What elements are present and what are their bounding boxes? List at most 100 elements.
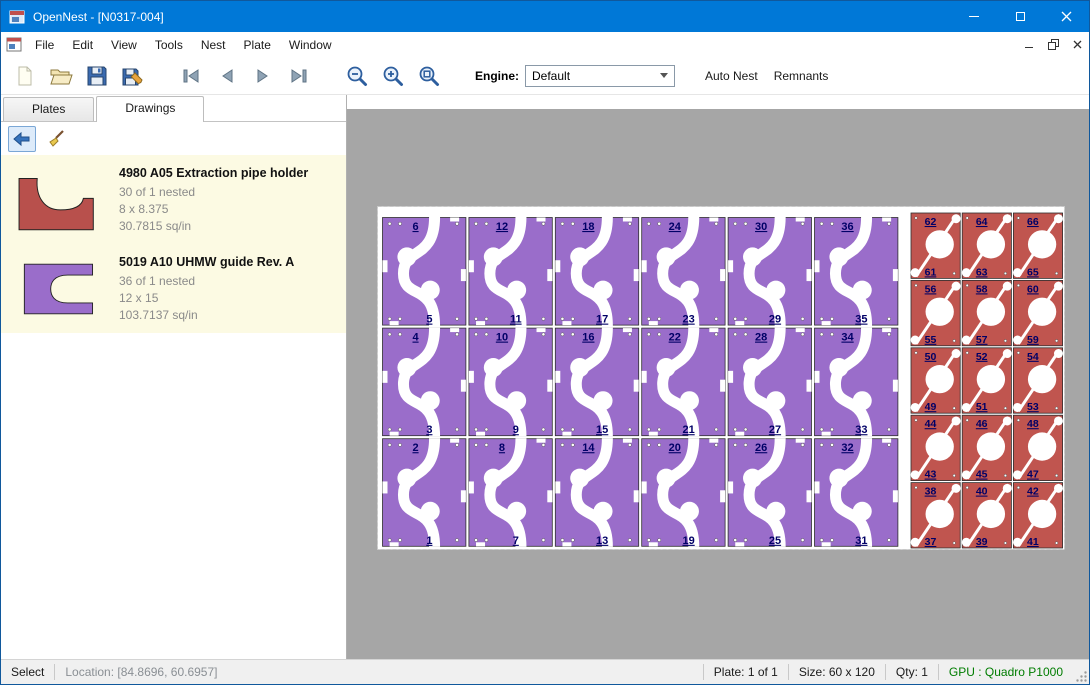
part-number[interactable]: 57 xyxy=(976,334,988,346)
auto-nest-button[interactable]: Auto Nest xyxy=(697,63,766,89)
part-number[interactable]: 55 xyxy=(925,334,937,346)
part-number[interactable]: 17 xyxy=(596,314,608,326)
menu-tools[interactable]: Tools xyxy=(146,34,192,56)
part-purple[interactable] xyxy=(383,218,466,326)
part-number[interactable]: 11 xyxy=(510,314,522,326)
zoom-fit-button[interactable] xyxy=(411,61,447,91)
part-number[interactable]: 64 xyxy=(976,216,988,228)
part-purple[interactable] xyxy=(728,328,811,436)
part-number[interactable]: 13 xyxy=(596,535,608,547)
save-as-button[interactable] xyxy=(115,61,151,91)
part-number[interactable]: 50 xyxy=(925,351,937,363)
part-number[interactable]: 6 xyxy=(412,221,418,233)
menu-file[interactable]: File xyxy=(26,34,63,56)
child-minimize-button[interactable] xyxy=(1017,32,1041,57)
import-drawing-button[interactable] xyxy=(8,126,36,152)
part-number[interactable]: 4 xyxy=(412,332,419,344)
part-number[interactable]: 53 xyxy=(1027,401,1039,413)
part-number[interactable]: 35 xyxy=(855,314,867,326)
part-number[interactable]: 48 xyxy=(1027,418,1039,430)
part-number[interactable]: 60 xyxy=(1027,283,1039,295)
part-number[interactable]: 43 xyxy=(925,469,937,481)
first-plate-button[interactable] xyxy=(173,61,209,91)
part-purple[interactable] xyxy=(728,218,811,326)
nest-plate-svg[interactable]: 6512111817242330293635431091615222128273… xyxy=(377,206,1065,550)
part-purple[interactable] xyxy=(815,439,898,547)
drawing-item-1[interactable]: 4980 A05 Extraction pipe holder 30 of 1 … xyxy=(1,155,346,244)
last-plate-button[interactable] xyxy=(281,61,317,91)
part-number[interactable]: 51 xyxy=(976,401,988,413)
window-close-button[interactable] xyxy=(1043,1,1089,32)
part-number[interactable]: 36 xyxy=(841,221,853,233)
resize-grip-icon[interactable] xyxy=(1073,660,1089,684)
part-number[interactable]: 52 xyxy=(976,351,988,363)
menu-plate[interactable]: Plate xyxy=(235,34,280,56)
part-number[interactable]: 29 xyxy=(769,314,781,326)
part-purple[interactable] xyxy=(469,218,552,326)
part-number[interactable]: 3 xyxy=(426,424,432,436)
part-purple[interactable] xyxy=(642,439,725,547)
part-number[interactable]: 39 xyxy=(976,536,988,548)
part-purple[interactable] xyxy=(642,218,725,326)
part-number[interactable]: 63 xyxy=(976,266,988,278)
part-number[interactable]: 40 xyxy=(976,486,988,498)
part-purple[interactable] xyxy=(469,328,552,436)
part-number[interactable]: 20 xyxy=(669,442,681,454)
open-file-button[interactable] xyxy=(43,61,79,91)
part-number[interactable]: 1 xyxy=(426,535,432,547)
part-purple[interactable] xyxy=(728,439,811,547)
part-purple[interactable] xyxy=(815,328,898,436)
part-number[interactable]: 33 xyxy=(855,424,867,436)
part-number[interactable]: 15 xyxy=(596,424,608,436)
part-purple[interactable] xyxy=(555,328,638,436)
part-number[interactable]: 10 xyxy=(496,332,508,344)
part-number[interactable]: 44 xyxy=(925,418,937,430)
part-number[interactable]: 45 xyxy=(976,469,988,481)
part-number[interactable]: 26 xyxy=(755,442,767,454)
child-close-button[interactable] xyxy=(1065,32,1089,57)
part-number[interactable]: 21 xyxy=(682,424,694,436)
part-purple[interactable] xyxy=(469,439,552,547)
part-number[interactable]: 54 xyxy=(1027,351,1039,363)
part-number[interactable]: 5 xyxy=(426,314,432,326)
part-number[interactable]: 38 xyxy=(925,486,937,498)
part-number[interactable]: 19 xyxy=(682,535,694,547)
menu-view[interactable]: View xyxy=(102,34,146,56)
window-maximize-button[interactable] xyxy=(997,1,1043,32)
engine-select[interactable]: Default xyxy=(525,65,675,87)
part-number[interactable]: 31 xyxy=(855,535,867,547)
menu-window[interactable]: Window xyxy=(280,34,341,56)
part-number[interactable]: 23 xyxy=(682,314,694,326)
part-number[interactable]: 61 xyxy=(925,266,937,278)
part-number[interactable]: 30 xyxy=(755,221,767,233)
window-minimize-button[interactable] xyxy=(951,1,997,32)
part-number[interactable]: 32 xyxy=(841,442,853,454)
part-number[interactable]: 9 xyxy=(513,424,519,436)
part-number[interactable]: 62 xyxy=(925,216,937,228)
remnants-button[interactable]: Remnants xyxy=(766,63,837,89)
new-file-button[interactable] xyxy=(7,61,43,91)
part-number[interactable]: 56 xyxy=(925,283,937,295)
zoom-in-button[interactable] xyxy=(375,61,411,91)
part-number[interactable]: 14 xyxy=(582,442,595,454)
part-number[interactable]: 18 xyxy=(582,221,594,233)
menu-edit[interactable]: Edit xyxy=(63,34,102,56)
part-number[interactable]: 25 xyxy=(769,535,781,547)
part-purple[interactable] xyxy=(383,439,466,547)
menu-nest[interactable]: Nest xyxy=(192,34,235,56)
part-number[interactable]: 66 xyxy=(1027,216,1039,228)
part-number[interactable]: 2 xyxy=(412,442,418,454)
part-number[interactable]: 34 xyxy=(841,332,854,344)
part-purple[interactable] xyxy=(555,218,638,326)
previous-plate-button[interactable] xyxy=(209,61,245,91)
part-number[interactable]: 42 xyxy=(1027,486,1039,498)
part-number[interactable]: 8 xyxy=(499,442,505,454)
part-number[interactable]: 28 xyxy=(755,332,767,344)
part-purple[interactable] xyxy=(815,218,898,326)
save-button[interactable] xyxy=(79,61,115,91)
part-number[interactable]: 46 xyxy=(976,418,988,430)
part-number[interactable]: 37 xyxy=(925,536,937,548)
clean-drawings-button[interactable] xyxy=(42,126,70,152)
part-number[interactable]: 59 xyxy=(1027,334,1039,346)
child-restore-button[interactable] xyxy=(1041,32,1065,57)
